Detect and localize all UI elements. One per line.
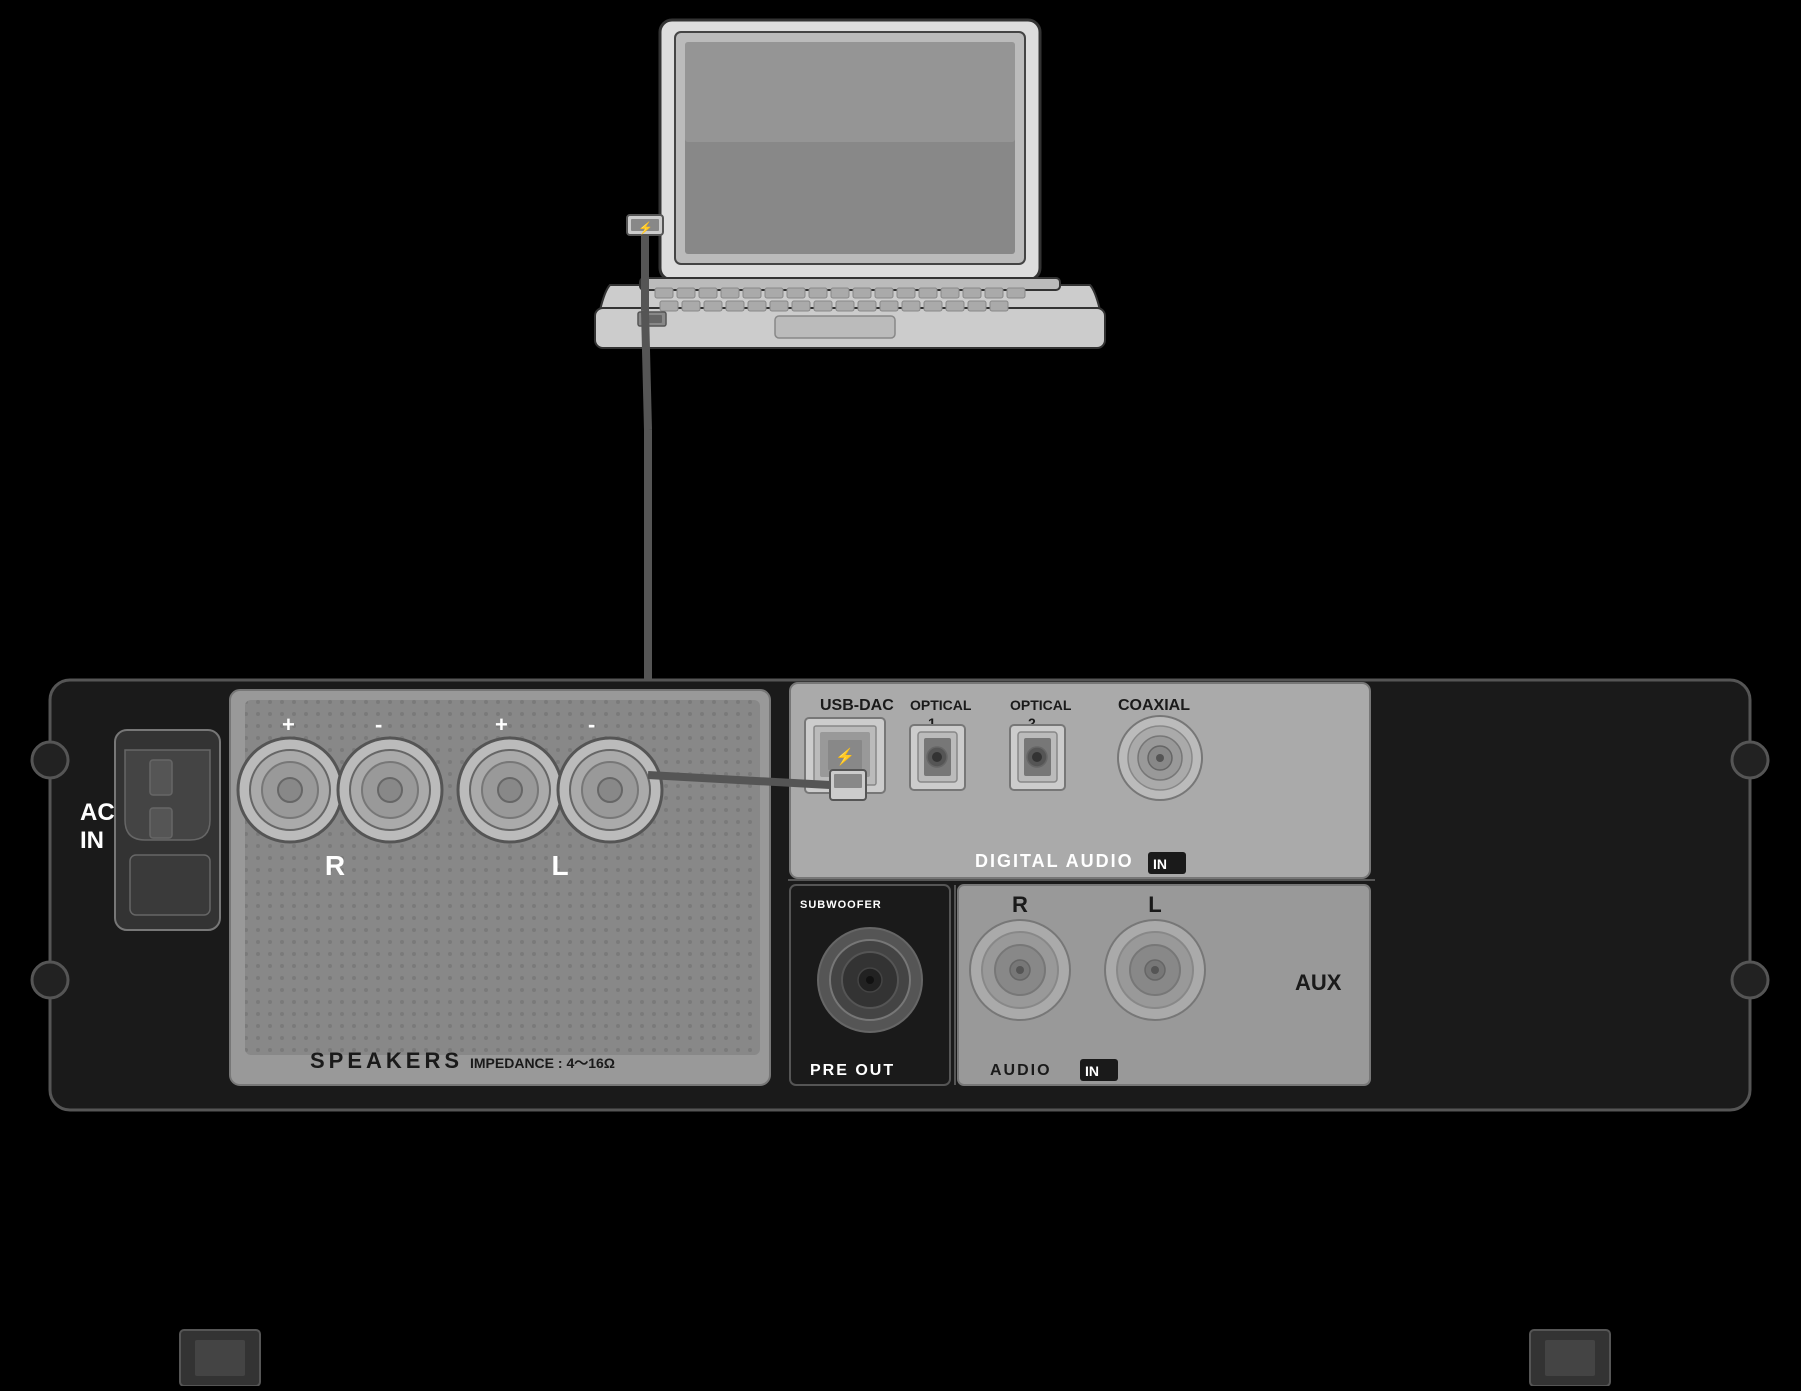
digital-audio-label: DIGITAL AUDIO (975, 851, 1134, 871)
ac-in-label: AC (80, 799, 115, 826)
speaker-minus1: - (375, 712, 382, 737)
svg-text:⚡: ⚡ (835, 747, 855, 766)
speaker-r-label: R (325, 850, 345, 881)
speakers-label: SPEAKERS (310, 1048, 463, 1073)
svg-text:⚡: ⚡ (638, 221, 653, 235)
speaker-minus2: - (588, 712, 595, 737)
laptop-illustration (595, 20, 1105, 348)
audio-in-label: AUDIO (990, 1062, 1052, 1079)
digital-audio-in-badge: IN (1153, 856, 1167, 872)
speakers-section: + - + - R L (230, 690, 770, 1085)
ac-in-label2: IN (80, 827, 104, 854)
audio-in-section: R L AUX AUDIO IN (958, 885, 1370, 1085)
optical1-label: OPTICAL (910, 697, 972, 713)
preout-section: SUBWOOFER PRE OUT (790, 885, 950, 1085)
amp-back-panel: AC IN + - + (32, 680, 1768, 1110)
optical2-label: OPTICAL (1010, 697, 1072, 713)
audio-r-label: R (1012, 892, 1028, 917)
coaxial-label: COAXIAL (1118, 697, 1190, 714)
speaker-plus1: + (282, 712, 295, 737)
speaker-l-label: L (551, 850, 568, 881)
aux-label: AUX (1295, 970, 1342, 995)
speaker-plus2: + (495, 712, 508, 737)
impedance-label: IMPEDANCE : 4～16Ω (470, 1055, 615, 1071)
main-diagram: ⚡ ⚡ AC IN (0, 0, 1801, 1386)
usb-dac-label: USB-DAC (820, 697, 894, 714)
subwoofer-label: SUBWOOFER (800, 899, 882, 911)
digital-audio-section: USB-DAC OPTICAL 1 OPTICAL 2 COAXIAL ⚡ (790, 683, 1370, 878)
preout-label: PRE OUT (810, 1062, 895, 1079)
audio-in-badge: IN (1085, 1063, 1099, 1079)
audio-l-label: L (1148, 892, 1161, 917)
